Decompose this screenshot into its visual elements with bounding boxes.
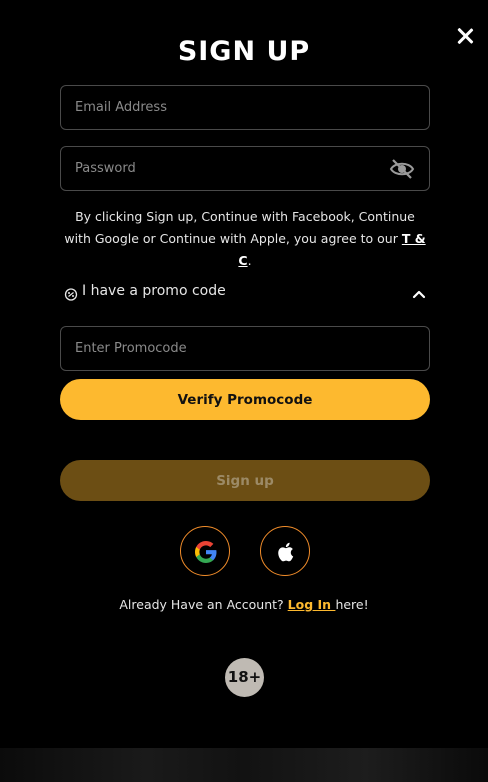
login-prompt: Already Have an Account? Log In here!: [0, 597, 488, 612]
promo-code-label: I have a promo code: [82, 283, 226, 299]
terms-suffix: .: [247, 253, 252, 268]
login-prefix: Already Have an Account?: [119, 597, 288, 612]
password-field-wrapper: [60, 146, 430, 191]
terms-text: By clicking Sign up, Continue with Faceb…: [60, 206, 430, 272]
promo-field-wrapper: [60, 326, 430, 371]
email-field[interactable]: [61, 86, 429, 129]
login-link[interactable]: Log In: [288, 597, 336, 612]
login-suffix: here!: [335, 597, 369, 612]
promo-badge-icon: [64, 286, 78, 301]
verify-promocode-button[interactable]: Verify Promocode: [60, 379, 430, 420]
eye-off-icon[interactable]: [389, 158, 415, 180]
age-restriction-badge: 18+: [225, 658, 264, 697]
sign-up-button[interactable]: Sign up: [60, 460, 430, 501]
email-field-wrapper: [60, 85, 430, 130]
promo-code-toggle[interactable]: I have a promo code: [64, 282, 430, 304]
page-title: SIGN UP: [177, 36, 311, 67]
signup-modal: SIGN UP By clicking Sign up, Continue wi…: [0, 0, 488, 782]
google-login-button[interactable]: [180, 526, 230, 576]
chevron-up-icon[interactable]: [412, 286, 426, 300]
password-field[interactable]: [61, 147, 429, 190]
background-strip: [0, 748, 488, 782]
apple-login-button[interactable]: [260, 526, 310, 576]
promocode-input[interactable]: [61, 327, 429, 370]
terms-body: By clicking Sign up, Continue with Faceb…: [64, 209, 415, 246]
